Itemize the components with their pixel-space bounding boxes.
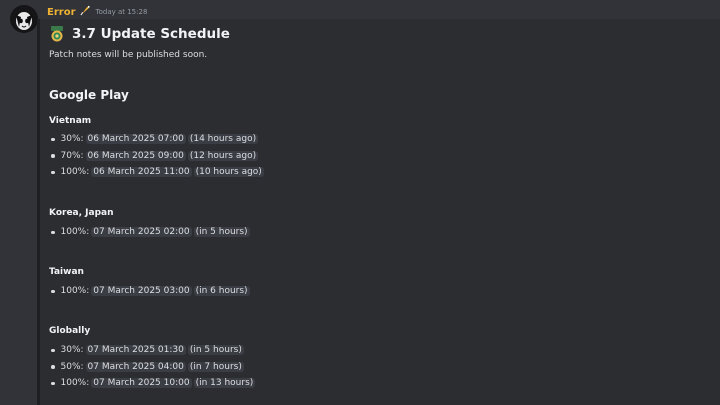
list-vietnam: 30%: 06 March 2025 07:00 (14 hours ago) … <box>49 131 264 181</box>
message-header: Error Today at 15:28 <box>47 5 147 19</box>
relative-time: (14 hours ago) <box>187 134 259 145</box>
rollout-percent: 30%: <box>60 345 84 356</box>
list-item: 100%: 07 March 2025 03:00 (in 6 hours) <box>49 283 250 300</box>
bullet <box>51 348 55 352</box>
list-item: 100%: 07 March 2025 10:00 (in 13 hours) <box>49 375 256 392</box>
embed-description: Patch notes will be published soon. <box>49 50 208 60</box>
username[interactable]: Error <box>47 7 76 18</box>
relative-time: (in 5 hours) <box>193 227 250 238</box>
list-korea-japan: 100%: 07 March 2025 02:00 (in 5 hours) <box>49 224 250 241</box>
bullet <box>51 230 55 234</box>
rollout-percent: 100%: <box>60 227 90 238</box>
bullet <box>51 170 55 174</box>
list-taiwan: 100%: 07 March 2025 03:00 (in 6 hours) <box>49 283 250 300</box>
timestamp-chip[interactable]: 07 March 2025 02:00 <box>91 227 192 238</box>
timestamp-chip[interactable]: 07 March 2025 03:00 <box>91 286 192 297</box>
rollout-percent: 100%: <box>60 286 90 297</box>
timestamp-chip[interactable]: 06 March 2025 11:00 <box>91 167 192 178</box>
rollout-percent: 70%: <box>60 150 84 161</box>
rollout-percent: 100%: <box>60 167 90 178</box>
list-item: 100%: 07 March 2025 02:00 (in 5 hours) <box>49 224 250 241</box>
rollout-percent: 50%: <box>60 361 84 372</box>
bullet <box>51 137 55 141</box>
avatar[interactable] <box>10 5 38 33</box>
timestamp-chip[interactable]: 07 March 2025 04:00 <box>85 361 186 372</box>
timestamp-chip[interactable]: 06 March 2025 09:00 <box>85 150 186 161</box>
embed-title: 3.7 Update Schedule <box>72 26 230 42</box>
group-heading-globally: Globally <box>49 326 91 336</box>
list-item: 30%: 07 March 2025 01:30 (in 5 hours) <box>49 342 255 359</box>
relative-time: (in 13 hours) <box>193 378 256 389</box>
message-timestamp: Today at 15:28 <box>95 8 148 16</box>
chat-message: Error Today at 15:28 3.7 Update Schedule… <box>0 0 720 405</box>
relative-time: (10 hours ago) <box>193 167 264 178</box>
list-item: 50%: 07 March 2025 04:00 (in 7 hours) <box>49 359 255 376</box>
list-item: 30%: 06 March 2025 07:00 (14 hours ago) <box>49 131 264 148</box>
rollout-percent: 30%: <box>60 134 84 145</box>
bullet <box>51 154 55 158</box>
bullet <box>51 289 55 293</box>
timestamp-chip[interactable]: 07 March 2025 01:30 <box>85 345 186 356</box>
bullet <box>51 381 55 385</box>
timestamp-chip[interactable]: 07 March 2025 10:00 <box>91 378 192 389</box>
section-heading: Google Play <box>49 88 129 102</box>
rollout-percent: 100%: <box>60 378 90 389</box>
relative-time: (in 7 hours) <box>187 361 244 372</box>
relative-time: (in 6 hours) <box>193 286 250 297</box>
timestamp-chip[interactable]: 06 March 2025 07:00 <box>85 134 186 145</box>
group-heading-taiwan: Taiwan <box>49 267 84 277</box>
list-item: 70%: 06 March 2025 09:00 (12 hours ago) <box>49 148 264 165</box>
group-heading-korea-japan: Korea, Japan <box>49 208 114 218</box>
embed-card: 3.7 Update Schedule Patch notes will be … <box>37 19 720 405</box>
relative-time: (in 5 hours) <box>187 345 244 356</box>
embed-title-row: 3.7 Update Schedule <box>49 26 230 42</box>
group-heading-vietnam: Vietnam <box>49 116 92 126</box>
medal-emoji-icon <box>49 26 65 42</box>
bullet <box>51 365 55 369</box>
sparkle-role-icon <box>79 5 91 19</box>
list-globally: 30%: 07 March 2025 01:30 (in 5 hours) 50… <box>49 342 256 392</box>
relative-time: (12 hours ago) <box>187 150 259 161</box>
list-item: 100%: 06 March 2025 11:00 (10 hours ago) <box>49 164 264 181</box>
